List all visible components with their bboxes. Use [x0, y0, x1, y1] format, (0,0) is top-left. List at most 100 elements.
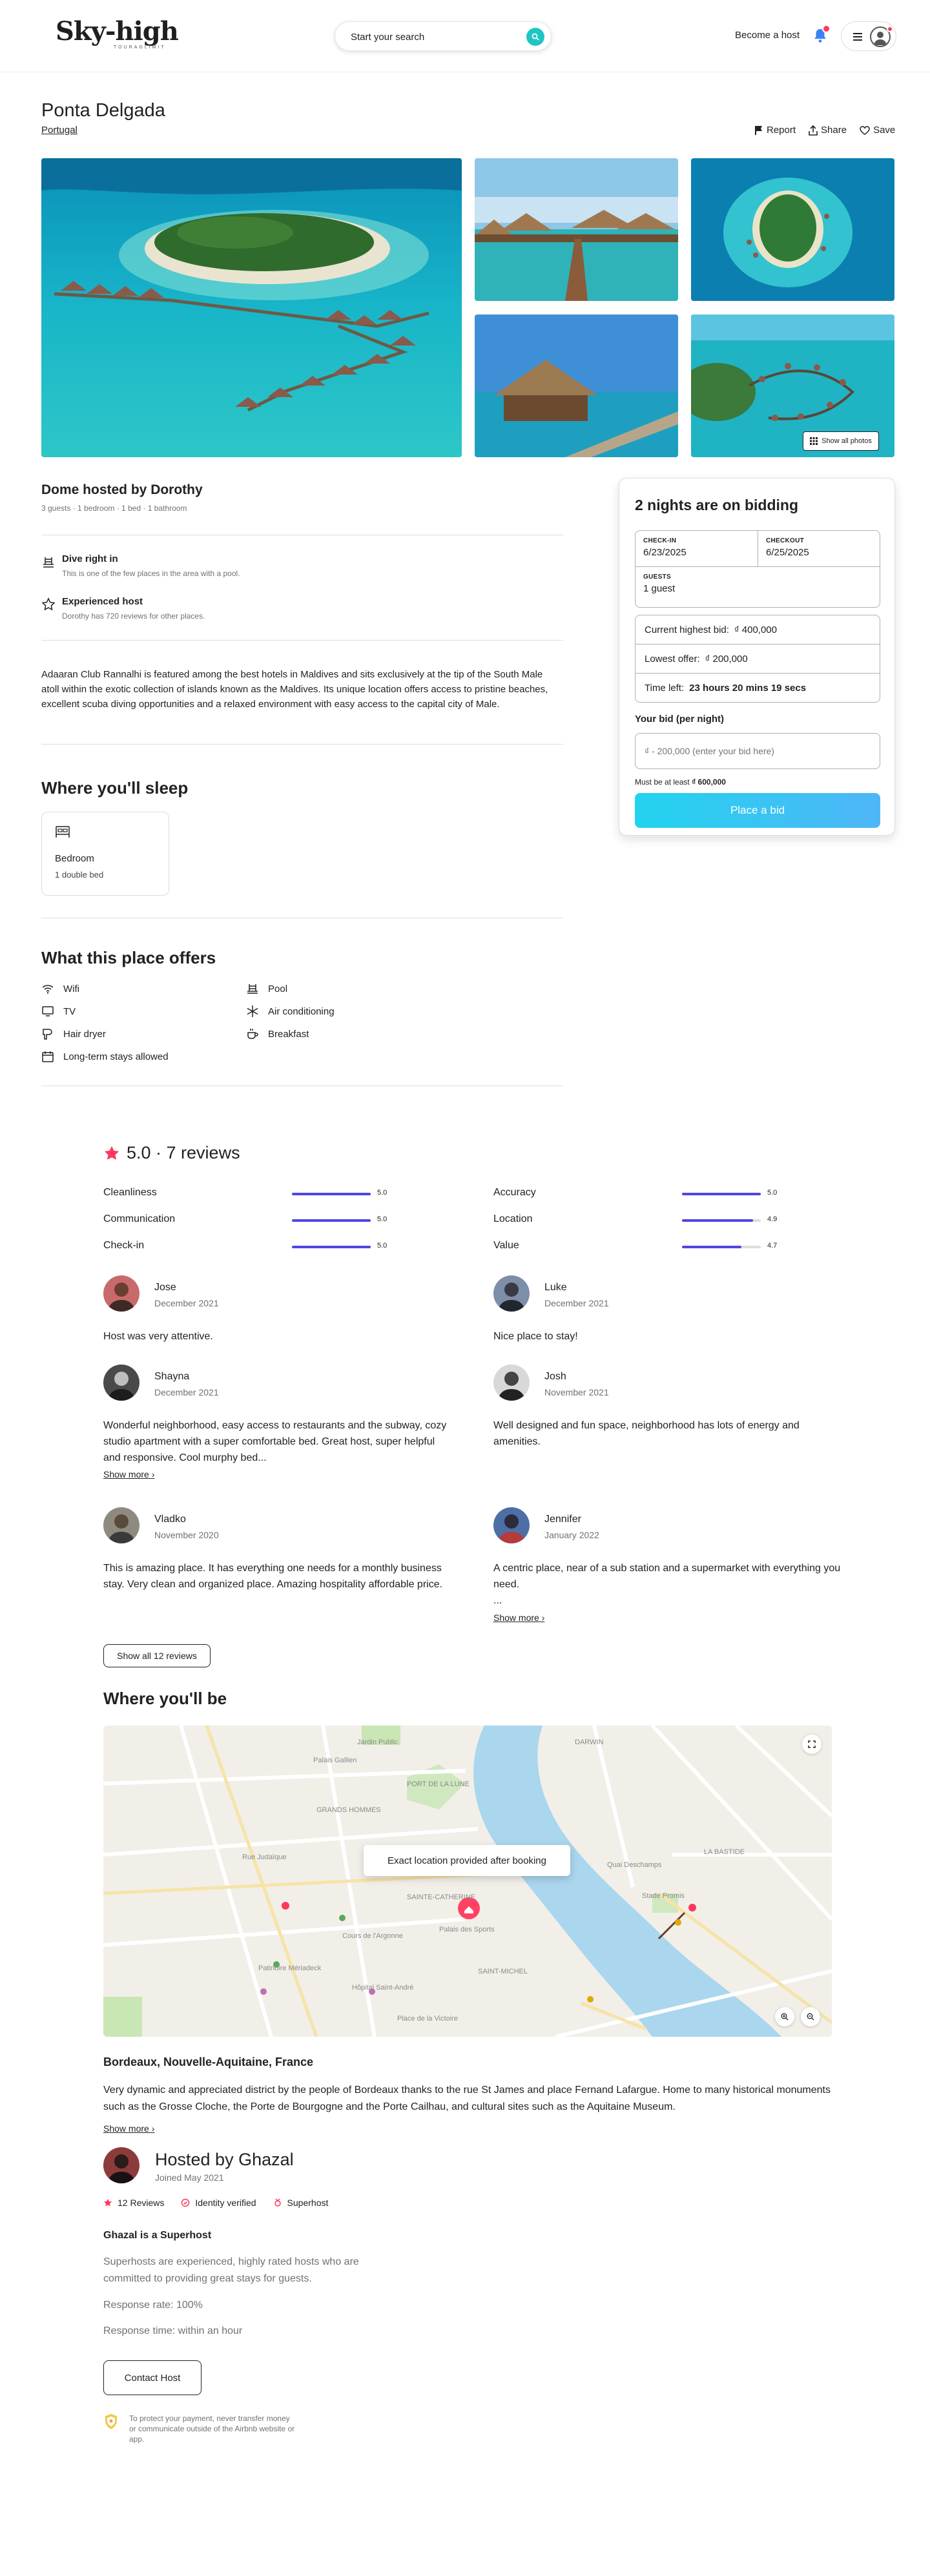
place-bid-button[interactable]: Place a bid	[635, 793, 880, 828]
rating-bar-fill	[292, 1193, 371, 1195]
calendar-icon	[42, 1051, 54, 1062]
rating-bar-fill	[292, 1246, 371, 1248]
rating-bar	[292, 1219, 371, 1222]
reviews-heading: 5.0 · 7 reviews	[103, 1143, 240, 1163]
page-title: Ponta Delgada	[41, 100, 165, 121]
host-avatar	[103, 2147, 140, 2183]
rating-label: Value	[493, 1240, 519, 1251]
review-date: December 2021	[154, 1298, 219, 1308]
rating-label: Accuracy	[493, 1187, 536, 1198]
search-button[interactable]	[526, 28, 544, 46]
pool-icon	[43, 557, 54, 568]
zoom-out-button[interactable]	[801, 2007, 820, 2026]
show-more-link[interactable]: Show more ›	[103, 1469, 154, 1479]
photo-2[interactable]	[475, 158, 678, 301]
shield-icon	[105, 2414, 117, 2429]
rating-bar	[292, 1246, 371, 1248]
reviewer-name: Josh	[544, 1371, 566, 1382]
show-all-reviews-button[interactable]: Show all 12 reviews	[103, 1644, 211, 1667]
report-button[interactable]: Report	[754, 125, 796, 136]
show-all-photos-button[interactable]: Show all photos	[803, 431, 879, 451]
lowest-offer-label: Lowest offer:	[645, 653, 700, 665]
review-item: Luke December 2021 Nice place to stay!	[493, 1275, 842, 1346]
bid-input[interactable]	[635, 733, 880, 769]
zoom-out-icon	[807, 2013, 814, 2021]
notification-badge	[822, 25, 831, 33]
zoom-in-button[interactable]	[775, 2007, 794, 2026]
review-date: November 2021	[544, 1387, 609, 1397]
photo-4[interactable]	[475, 314, 678, 457]
hair-dryer-icon	[43, 1029, 52, 1040]
user-menu-button[interactable]	[841, 21, 896, 51]
become-host-link[interactable]: Become a host	[735, 30, 800, 41]
divider	[41, 640, 563, 641]
contact-host-button[interactable]: Contact Host	[103, 2360, 202, 2395]
show-more-link[interactable]: Show more ›	[493, 1613, 544, 1623]
reviewer-avatar	[103, 1507, 140, 1543]
checkout-field[interactable]: CHECKOUT 6/25/2025	[758, 531, 880, 567]
logo[interactable]: Sky-high TOURAGLIMIT	[56, 17, 191, 50]
save-button[interactable]: Save	[860, 125, 895, 136]
map-tooltip: Exact location provided after booking	[364, 1845, 570, 1876]
fullscreen-button[interactable]	[802, 1735, 822, 1754]
location-map[interactable]: GRANDS HOMMES PORT DE LA LUNE SAINTE-CAT…	[103, 1726, 832, 2037]
rating-accuracy: Accuracy 5.0	[493, 1187, 781, 1201]
rating-label: Check-in	[103, 1240, 145, 1251]
rating-score: 5.0	[767, 1189, 778, 1197]
map-label: Rue Judaïque	[242, 1853, 287, 1861]
review-item: Jose December 2021 Host was very attenti…	[103, 1275, 452, 1346]
show-more-link[interactable]: Show more ›	[103, 2123, 154, 2134]
your-bid-label: Your bid (per night)	[635, 714, 725, 725]
host-verified-badge: Identity verified	[181, 2198, 256, 2208]
bed-type: 1 double bed	[55, 870, 104, 880]
host-name: Hosted by Ghazal	[155, 2150, 294, 2169]
rating-score: 4.7	[767, 1242, 778, 1250]
search-bar[interactable]: Start your search	[335, 21, 552, 51]
bidding-title: 2 nights are on bidding	[635, 497, 798, 513]
logo-text: Sky-high	[56, 16, 179, 46]
star-icon	[104, 1146, 119, 1160]
location-link[interactable]: Portugal	[41, 125, 78, 136]
checkin-field[interactable]: CHECK-IN 6/23/2025	[636, 531, 758, 567]
host-badge-label: 12 Reviews	[118, 2198, 165, 2208]
review-date: December 2021	[154, 1387, 219, 1397]
checkout-value: 6/25/2025	[766, 547, 809, 558]
amenity-pool: Pool	[246, 982, 287, 995]
place-name: Bordeaux, Nouvelle-Aquitaine, France	[103, 2056, 314, 2068]
listing-summary: 3 guests · 1 bedroom · 1 bed · 1 bathroo…	[41, 504, 187, 513]
show-all-photos-label: Show all photos	[822, 437, 872, 445]
review-date: January 2022	[544, 1530, 599, 1540]
rating-label: Communication	[103, 1213, 176, 1224]
review-item: Vladko November 2020 This is amazing pla…	[103, 1507, 452, 1617]
feature-title: Experienced host	[62, 596, 143, 607]
response-rate: Response rate: 100%	[103, 2300, 203, 2311]
rating-location: Location 4.9	[493, 1213, 781, 1228]
amenity-label: Air conditioning	[268, 1005, 335, 1017]
map-canvas	[103, 1726, 832, 2037]
bid-minimum-prefix: Must be at least	[635, 778, 690, 787]
review-date: November 2020	[154, 1530, 219, 1540]
main-photo[interactable]	[41, 158, 462, 457]
host-reviews-badge: 12 Reviews	[103, 2198, 164, 2208]
reviewer-name: Jennifer	[544, 1514, 581, 1525]
highest-bid-label: Current highest bid:	[645, 624, 729, 635]
map-label: Hôpital Saint-André	[352, 1984, 414, 1992]
heart-icon	[860, 125, 870, 135]
rating-label: Location	[493, 1213, 533, 1224]
amenity-breakfast: Breakfast	[246, 1027, 309, 1040]
coffee-icon	[247, 1029, 258, 1039]
host-badge-label: Identity verified	[195, 2198, 256, 2208]
feature-dive-right-in: Dive right in This is one of the few pla…	[41, 553, 563, 582]
photo-3[interactable]	[691, 158, 894, 301]
review-item: Jennifer January 2022 A centric place, n…	[493, 1507, 842, 1606]
place-description: Very dynamic and appreciated district by…	[103, 2085, 831, 2112]
guests-field[interactable]: GUESTS 1 guest	[636, 567, 880, 607]
rating-bar	[292, 1193, 371, 1195]
share-button[interactable]: Share	[809, 125, 847, 136]
reviewer-avatar	[103, 1275, 140, 1312]
review-date: December 2021	[544, 1298, 609, 1308]
user-notification-dot	[887, 26, 893, 32]
bid-minimum: Must be at least ₫ 600,000	[635, 778, 726, 787]
map-label: DARWIN	[575, 1738, 604, 1746]
show-more-label: Show more	[493, 1613, 539, 1623]
